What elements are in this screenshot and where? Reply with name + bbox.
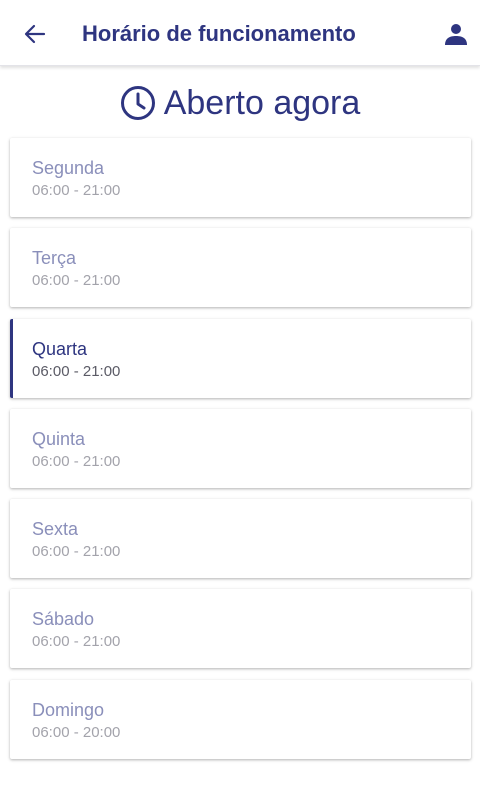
day-name: Quinta [32,428,86,449]
day-name: Domingo [32,699,105,720]
day-name: Segunda [32,158,105,178]
day-name: Sexta [32,519,79,540]
day-hours: 06:00 - 21:00 [32,543,121,561]
day-card-quarta[interactable]: Quarta 06:00 - 21:00 [10,318,471,398]
day-card-sexta[interactable]: Sexta 06:00 - 21:00 [10,499,471,579]
status-text: Aberto agora [163,84,361,122]
arrow-left-icon [24,24,46,44]
day-hours: 06:00 - 21:00 [32,362,121,380]
clock-icon [120,86,155,120]
day-name: Quarta [32,338,88,359]
app-bar: Horário de funcionamento [0,0,480,66]
back-button[interactable] [18,17,52,51]
day-hours: 06:00 - 21:00 [32,452,121,470]
day-name: Sábado [32,609,95,630]
opening-hours-list: Segunda 06:00 - 21:00 Terça 06:00 - 21:0… [10,138,471,770]
profile-button[interactable] [438,16,474,52]
day-hours: 06:00 - 20:00 [32,723,121,741]
person-icon [445,24,467,45]
day-card-quinta[interactable]: Quinta 06:00 - 21:00 [10,408,471,488]
page-title: Horário de funcionamento [82,21,356,46]
day-hours: 06:00 - 21:00 [32,182,121,199]
day-card-terca[interactable]: Terça 06:00 - 21:00 [10,228,471,308]
day-card-domingo[interactable]: Domingo 06:00 - 20:00 [10,679,471,759]
open-status: Aberto agora [0,80,480,126]
day-hours: 06:00 - 21:00 [32,633,121,651]
day-name: Terça [32,248,77,269]
day-card-segunda[interactable]: Segunda 06:00 - 21:00 [10,138,471,217]
day-hours: 06:00 - 21:00 [32,272,121,290]
day-card-sabado[interactable]: Sábado 06:00 - 21:00 [10,589,471,669]
